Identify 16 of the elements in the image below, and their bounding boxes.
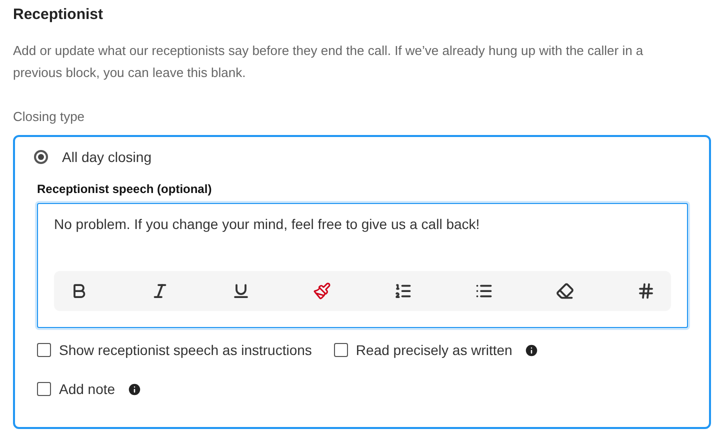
checkbox[interactable] [37, 343, 51, 357]
checkbox-label: Read precisely as written [356, 340, 512, 360]
radio-label: All day closing [62, 148, 152, 167]
info-icon[interactable] [127, 382, 142, 396]
speech-label: Receptionist speech (optional) [37, 180, 212, 198]
checkbox-label: Show receptionist speech as instructions [59, 340, 312, 360]
checkbox-label: Add note [59, 380, 116, 398]
info-icon[interactable] [524, 342, 540, 358]
radio-button[interactable] [34, 150, 48, 164]
speech-text: No problem. If you change your mind, feel free to give us a call back! [54, 214, 480, 234]
checkbox[interactable] [334, 343, 348, 357]
checkbox[interactable] [37, 382, 51, 396]
section-title: Receptionist [13, 5, 104, 25]
field-label: Closing type [13, 108, 85, 126]
section-description: Add or update what our receptionists say before they end the call. If we’ve already hung up with the caller in a previous block, you can leave this blank. [13, 42, 644, 82]
speech-editor[interactable]: No problem. If you change your mind, feel free to give us a call back! [37, 202, 688, 328]
